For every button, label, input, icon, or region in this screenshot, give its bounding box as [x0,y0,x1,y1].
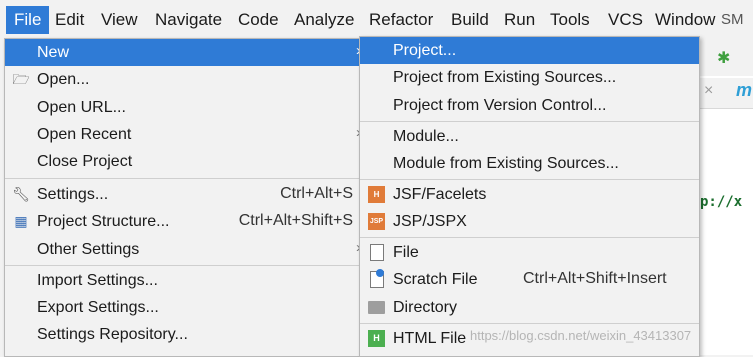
menu-view[interactable]: View [101,9,138,31]
html-file-icon: H [368,330,385,347]
file-menu-export-settings[interactable]: Export Settings... [5,294,367,321]
new-submenu: Project... Project from Existing Sources… [359,36,700,357]
menu-item-label: Project from Version Control... [393,97,607,114]
menu-item-label: Module from Existing Sources... [393,155,619,172]
menu-item-label: Open... [37,71,90,88]
menu-item-label: Project Structure... [37,213,170,230]
file-menu-open[interactable]: 🗁 Open... [5,66,367,93]
file-menu-open-recent[interactable]: Open Recent › [5,121,367,148]
close-icon[interactable]: × [704,82,713,100]
menu-navigate[interactable]: Navigate [155,9,222,31]
menu-sm-truncated[interactable]: SM [721,11,744,28]
menu-item-label: Settings... [37,186,109,203]
menu-separator [360,237,699,238]
new-jsp-jspx[interactable]: JSP JSP/JSPX [360,208,699,235]
file-menu-settings[interactable]: 🔧︎ Settings... Ctrl+Alt+S [5,181,367,208]
file-menu-open-url[interactable]: Open URL... [5,94,367,121]
menu-item-label: HTML File [393,330,467,347]
file-menu-settings-repository[interactable]: Settings Repository... [5,321,367,348]
shortcut: Ctrl+Alt+Shift+S [238,212,353,229]
new-file[interactable]: File [360,239,699,266]
menu-refactor[interactable]: Refactor [369,9,433,31]
watermark: https://blog.csdn.net/weixin_43413307 [470,328,692,343]
menu-item-label: Open Recent [37,126,132,143]
menu-item-label: Export Settings... [37,299,159,316]
debug-bug-icon[interactable]: ✱ [717,48,730,68]
menu-separator [360,179,699,180]
menu-item-label: Project from Existing Sources... [393,69,617,86]
code-fragment: p://x [700,194,743,210]
menu-item-label: Project... [393,42,457,59]
menu-item-label: Directory [393,299,458,316]
folder-icon: 🗁 [12,71,30,87]
project-structure-icon: ▦ [14,213,28,229]
menu-separator [5,178,367,179]
file-menu-import-settings[interactable]: Import Settings... [5,267,367,294]
menu-item-label: New [37,44,70,61]
shortcut: Ctrl+Alt+S [280,185,353,202]
file-menu-other-settings[interactable]: Other Settings › [5,236,367,263]
menu-edit[interactable]: Edit [55,9,84,31]
new-project[interactable]: Project... [360,37,699,64]
new-project-from-version-control[interactable]: Project from Version Control... [360,92,699,119]
menu-build[interactable]: Build [451,9,489,31]
menu-code[interactable]: Code [238,9,279,31]
menu-separator [360,323,699,324]
menu-item-label: File [393,244,419,261]
menu-item-label: Open URL... [37,99,126,116]
new-project-from-existing-sources[interactable]: Project from Existing Sources... [360,64,699,91]
new-module-from-existing-sources[interactable]: Module from Existing Sources... [360,150,699,177]
menu-bar: File Edit View Navigate Code Analyze Ref… [0,0,753,40]
jsp-icon: JSP [368,213,385,230]
menu-separator [360,121,699,122]
file-menu-new[interactable]: New › [5,39,367,66]
file-type-m-icon[interactable]: m [736,80,752,101]
menu-window[interactable]: Window [655,9,715,31]
file-icon [370,244,384,261]
wrench-icon: 🔧︎ [12,186,30,202]
menu-item-label: Settings Repository... [37,326,188,343]
menu-item-label: Close Project [37,153,133,170]
directory-icon [368,301,385,314]
shortcut: Ctrl+Alt+Shift+Insert [523,270,667,287]
new-scratch-file[interactable]: Scratch File Ctrl+Alt+Shift+Insert [360,266,699,293]
file-menu: New › 🗁 Open... Open URL... Open Recent … [4,38,368,357]
menu-separator [5,265,367,266]
file-menu-close-project[interactable]: Close Project [5,148,367,175]
file-menu-project-structure[interactable]: ▦ Project Structure... Ctrl+Alt+Shift+S [5,208,367,235]
menu-item-label: Import Settings... [37,272,158,289]
new-module[interactable]: Module... [360,123,699,150]
menu-vcs[interactable]: VCS [608,9,643,31]
menu-item-label: JSP/JSPX [393,213,467,230]
menu-analyze[interactable]: Analyze [294,9,354,31]
menu-file[interactable]: File [6,6,50,34]
menu-run[interactable]: Run [504,9,535,31]
menu-item-label: Module... [393,128,459,145]
new-directory[interactable]: Directory [360,294,699,321]
menu-item-label: Other Settings [37,241,140,258]
menu-item-label: JSF/Facelets [393,186,487,203]
jsf-icon: H [368,186,385,203]
menu-tools[interactable]: Tools [550,9,590,31]
scratch-file-icon [370,269,384,288]
menu-item-label: Scratch File [393,271,478,288]
new-jsf-facelets[interactable]: H JSF/Facelets [360,181,699,208]
